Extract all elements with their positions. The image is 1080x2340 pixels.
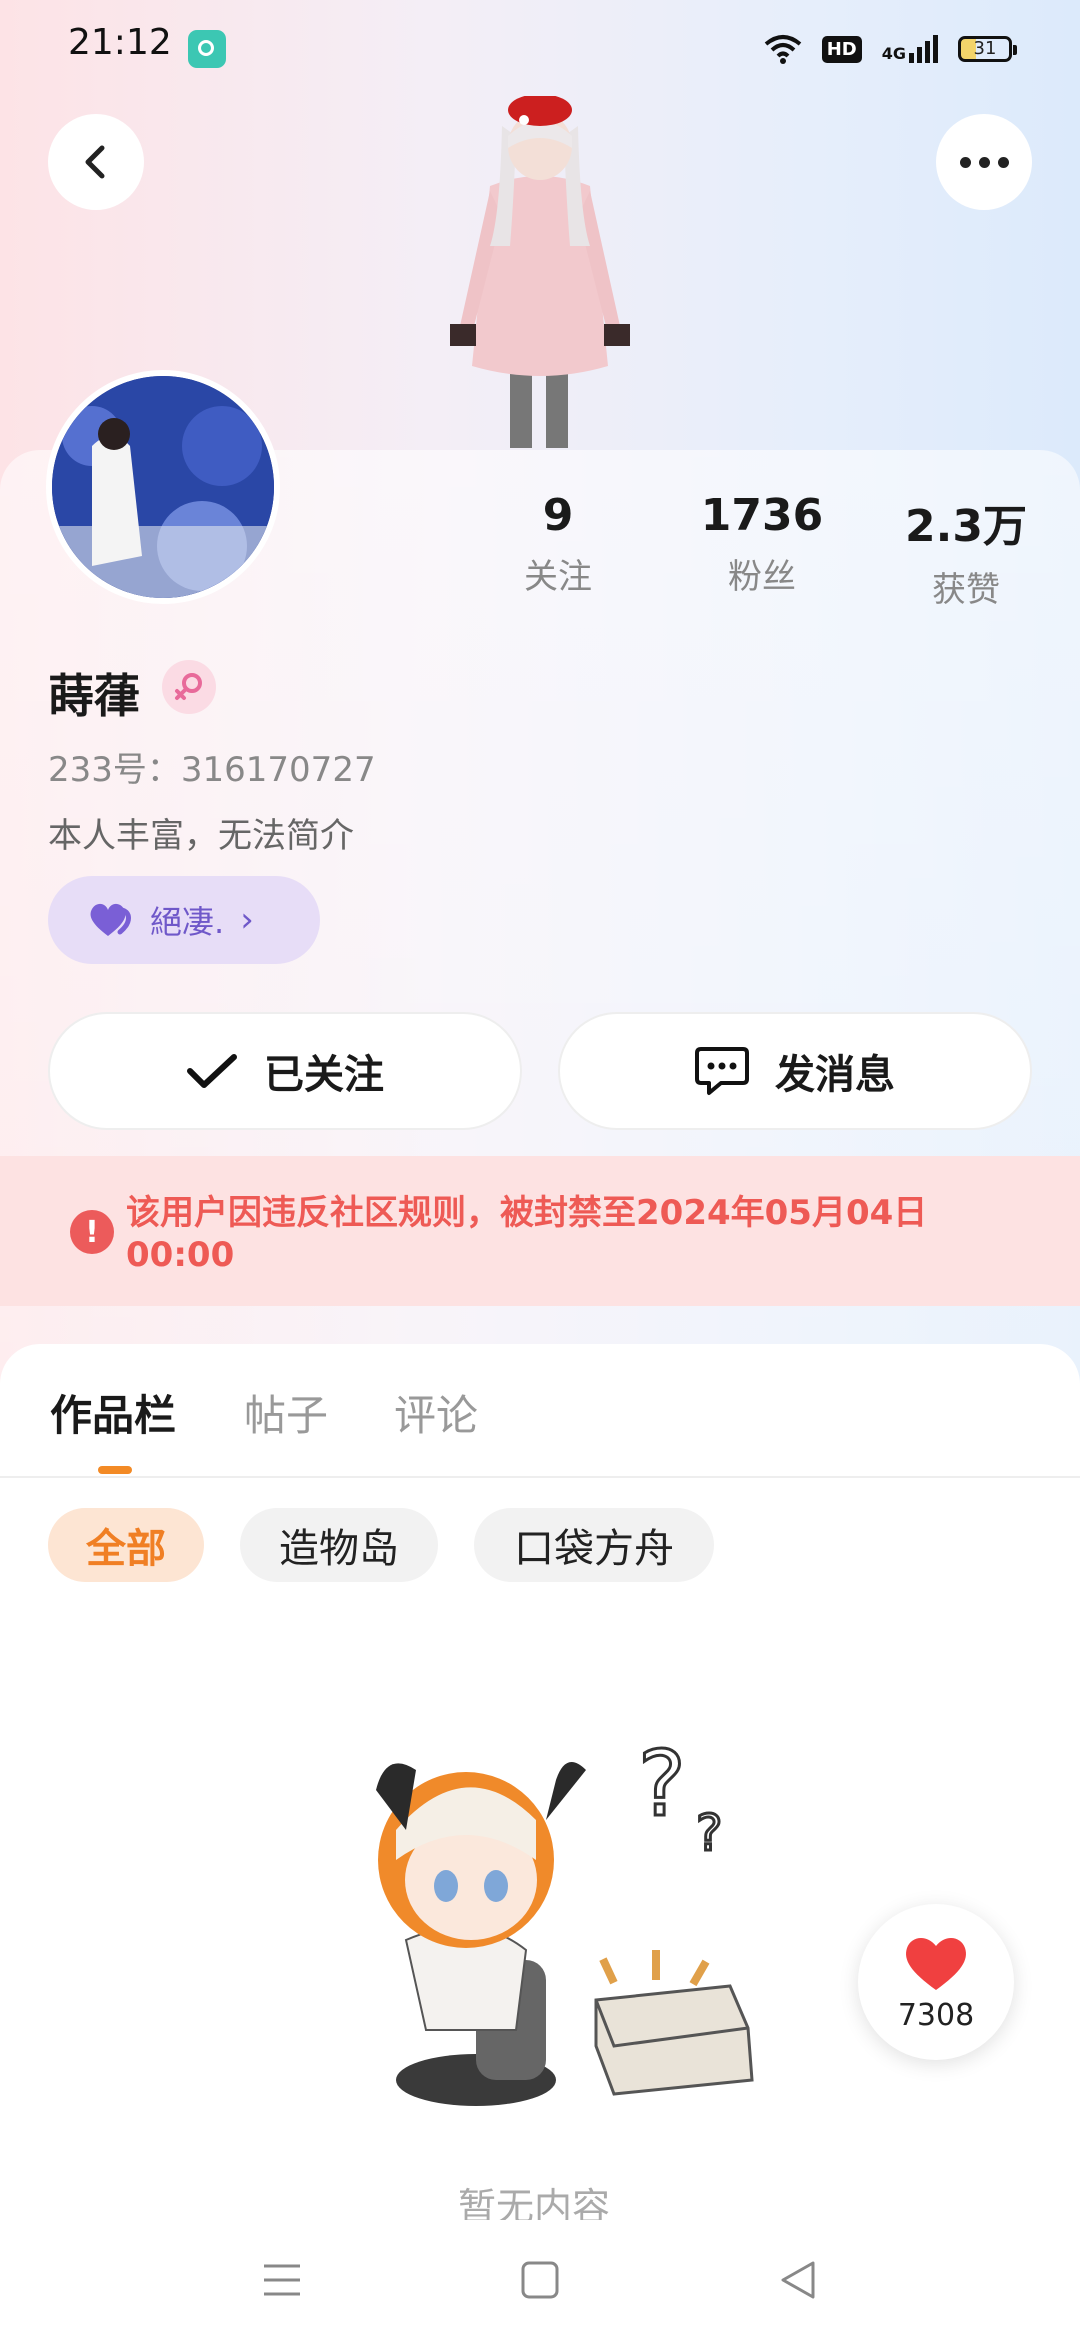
more-dots-icon	[959, 156, 1009, 168]
filter-creation-island[interactable]: 造物岛	[240, 1508, 438, 1582]
tab-comments[interactable]: 评论	[394, 1382, 478, 1443]
status-bar: 21:12 HD 4G 31	[0, 0, 1080, 96]
username: 蒔葎	[48, 669, 140, 723]
stat-followers-label: 粉丝	[728, 557, 796, 597]
character-model-image	[450, 96, 630, 448]
home-nav-button[interactable]	[510, 2250, 570, 2310]
back-nav-button[interactable]	[768, 2250, 828, 2310]
filter-pocket-ark[interactable]: 口袋方舟	[474, 1508, 714, 1582]
triangle-back-icon	[781, 2261, 815, 2299]
user-id: 233号：316170727	[48, 750, 376, 790]
relationship-tag[interactable]: 絕凄. ›	[48, 876, 320, 964]
send-message-button[interactable]: 发消息	[558, 1012, 1032, 1130]
svg-text:?: ?	[696, 1804, 723, 1862]
chevron-right-icon: ›	[240, 900, 254, 940]
following-button[interactable]: 已关注	[48, 1012, 522, 1130]
chevron-left-icon	[85, 145, 105, 179]
battery-icon: 31	[958, 36, 1017, 62]
app-notification-icon	[188, 30, 226, 68]
stat-followers[interactable]: 1736 粉丝	[662, 490, 862, 598]
tab-works[interactable]: 作品栏	[50, 1382, 176, 1443]
stat-likes-label: 获赞	[932, 570, 1000, 610]
tab-active-indicator	[98, 1466, 132, 1474]
wifi-icon	[764, 35, 801, 64]
like-count: 7308	[897, 1997, 975, 2033]
stat-following-value: 9	[542, 490, 574, 541]
status-icons: HD 4G 31	[764, 26, 1017, 72]
heart-icon	[90, 903, 131, 936]
female-gender-icon	[162, 660, 216, 714]
network-label: 4G	[881, 44, 906, 63]
following-button-label: 已关注	[264, 1052, 384, 1098]
tab-posts[interactable]: 帖子	[244, 1382, 328, 1443]
stat-following-label: 关注	[524, 557, 592, 597]
relationship-tag-label: 絕凄.	[150, 903, 225, 941]
svg-text:?: ?	[638, 1732, 686, 1837]
menu-nav-button[interactable]	[252, 2250, 312, 2310]
more-button[interactable]	[936, 114, 1032, 210]
user-bio: 本人丰富，无法简介	[48, 816, 354, 856]
avatar-image	[52, 376, 274, 598]
filter-all[interactable]: 全部	[48, 1508, 204, 1582]
stat-likes-value: 2.3万	[905, 501, 1027, 552]
chat-bubble-icon	[695, 1047, 749, 1095]
alert-icon: !	[70, 1210, 114, 1254]
tab-divider	[0, 1476, 1080, 1478]
signal-icon: 4G	[882, 35, 938, 63]
status-time: 21:12	[68, 22, 172, 63]
hd-icon: HD	[821, 35, 862, 63]
square-icon	[521, 2261, 559, 2299]
ban-notice-text: 该用户因违反社区规则，被封禁至2024年05月04日00:00	[126, 1193, 928, 1275]
send-message-button-label: 发消息	[775, 1052, 895, 1098]
avatar[interactable]	[46, 370, 280, 604]
checkmark-icon	[187, 1054, 237, 1088]
stat-following[interactable]: 9 关注	[458, 490, 658, 598]
empty-state-illustration: ? ?	[376, 1731, 754, 2106]
like-button[interactable]: 7308	[858, 1904, 1014, 2060]
back-button[interactable]	[48, 114, 144, 210]
menu-icon	[264, 2264, 300, 2296]
stat-followers-value: 1736	[700, 490, 824, 541]
heart-filled-icon	[906, 1937, 966, 1990]
stat-likes[interactable]: 2.3万 获赞	[866, 490, 1066, 611]
